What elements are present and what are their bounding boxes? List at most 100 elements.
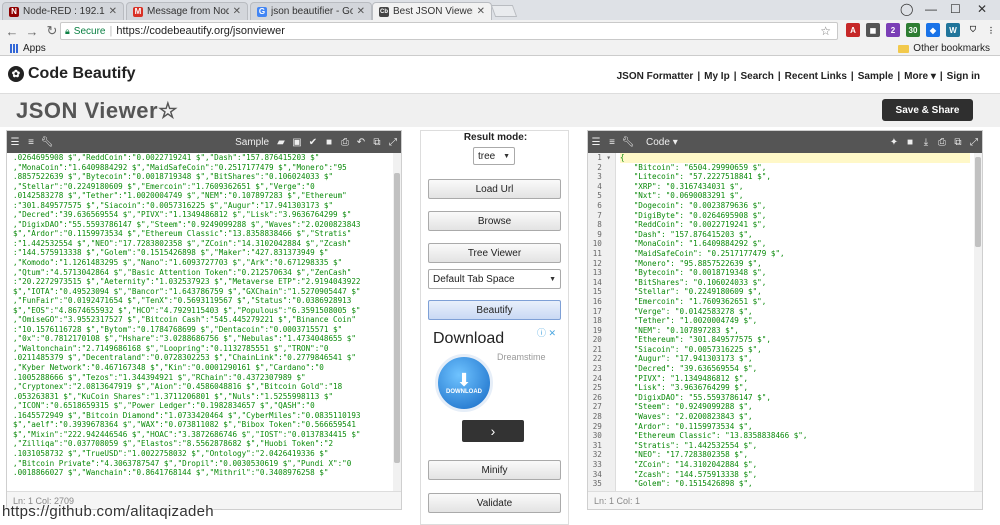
nav-search[interactable]: Search	[741, 71, 774, 82]
nav-separator: |	[850, 71, 854, 82]
nav-sign-in[interactable]: Sign in	[947, 71, 980, 82]
load-url-button[interactable]: Load Url	[428, 179, 561, 199]
scroll-thumb[interactable]	[394, 173, 400, 463]
json-value: "157.876415203 $",	[670, 229, 753, 239]
indent-icon[interactable]: ☰	[588, 137, 604, 148]
nav-json-formatter[interactable]: JSON Formatter	[617, 71, 694, 82]
close-icon[interactable]: ✕	[357, 6, 365, 17]
tab-space-select[interactable]: Default Tab Space ▼	[428, 269, 561, 289]
json-line: "MonaCoin": "1.6409884292 $",	[620, 239, 970, 249]
minimize-icon[interactable]: —	[925, 2, 937, 16]
result-mode-select[interactable]: tree ▼	[473, 147, 515, 165]
menu-dots-icon[interactable]: ⋮	[984, 23, 998, 37]
check-icon[interactable]: ✔	[305, 137, 321, 148]
json-line: "Waves": "2.0200823843 $",	[620, 412, 970, 422]
nav-my-ip[interactable]: My Ip	[704, 71, 730, 82]
copy-icon[interactable]: ⧉	[369, 137, 385, 148]
forward-icon[interactable]: →	[24, 24, 40, 39]
fullscreen-icon[interactable]: ⤢	[385, 137, 401, 148]
save-icon[interactable]: ▣	[289, 137, 305, 148]
outdent-icon[interactable]: ≡	[604, 137, 620, 148]
input-json-textarea[interactable]: .0264695908 $","ReddCoin":"0.0022719241 …	[13, 153, 398, 493]
close-icon[interactable]: ✕	[233, 6, 241, 17]
delete-icon[interactable]: ■	[321, 137, 337, 148]
indent-icon[interactable]: ☰	[7, 137, 23, 148]
json-value: "17.7283802358 $",	[665, 450, 749, 460]
browser-tab-google[interactable]: G json beautifier - Google S ✕	[250, 2, 372, 20]
minify-button[interactable]: Minify	[428, 460, 561, 480]
browser-tab-node-red[interactable]: N Node-RED : 192.168.1.2 ✕	[2, 2, 124, 20]
validate-button[interactable]: Validate	[428, 493, 561, 513]
node-red-icon: N	[9, 6, 19, 17]
outdent-icon[interactable]: ≡	[23, 137, 39, 148]
calendar-extension-icon[interactable]: 30	[906, 23, 920, 37]
back-icon[interactable]: ←	[4, 24, 20, 39]
other-bookmarks[interactable]: Other bookmarks	[898, 43, 990, 54]
json-line: "Ethereum": "301.849577575 $",	[620, 335, 970, 345]
nav-more[interactable]: More ▾	[904, 71, 936, 82]
pin-icon[interactable]: ✦	[886, 137, 902, 148]
json-line: "Augur": "17.941303173 $",	[620, 354, 970, 364]
copy-icon[interactable]: ⧉	[950, 137, 966, 148]
ad-choices-icon[interactable]: ⓘ ✕	[537, 326, 556, 339]
json-key: "Dash":	[633, 229, 671, 239]
close-icon[interactable]: ✕	[109, 6, 117, 17]
extension-icon[interactable]: ◼	[866, 23, 880, 37]
nav-separator: |	[733, 71, 737, 82]
tree-viewer-button[interactable]: Tree Viewer	[428, 243, 561, 263]
logo-text: Code Beautify	[28, 65, 136, 82]
json-line: "Lisk": "3.9636764299 $",	[620, 383, 970, 393]
extension-badge-icon[interactable]: 2	[886, 23, 900, 37]
beautify-button[interactable]: Beautify	[428, 300, 561, 320]
new-tab-button[interactable]	[490, 5, 518, 17]
json-key: "Litecoin":	[633, 172, 689, 182]
browse-button[interactable]: Browse	[428, 211, 561, 231]
page-title: JSON Viewer☆	[16, 98, 179, 123]
code-mode-select[interactable]: Code ▾	[646, 137, 678, 148]
fullscreen-icon[interactable]: ⤢	[966, 137, 982, 148]
output-json-view[interactable]: { "Bitcoin": "6504.29990659 $", "Litecoi…	[620, 153, 970, 493]
browser-tab-codebeautify[interactable]: Cb Best JSON Viewer and JS ✕	[372, 2, 492, 20]
wordpress-extension-icon[interactable]: W	[946, 23, 960, 37]
shield-extension-icon[interactable]: ⛉	[966, 23, 980, 37]
folder-open-icon[interactable]: ▰	[273, 137, 289, 148]
json-key: "Decred":	[633, 364, 680, 374]
reload-icon[interactable]: ↻	[44, 23, 60, 39]
page-title-bar: JSON Viewer☆ Save & Share	[0, 93, 1000, 127]
delete-icon[interactable]: ■	[902, 137, 918, 148]
extension-icon[interactable]: ◆	[926, 23, 940, 37]
ad-go-button[interactable]: ›	[462, 420, 524, 442]
wrench-icon[interactable]: 🔧︎	[620, 137, 636, 148]
json-line: "Siacoin": "0.0057316225 $",	[620, 345, 970, 355]
input-scrollbar[interactable]	[393, 153, 401, 491]
nav-recent-links[interactable]: Recent Links	[785, 71, 847, 82]
site-logo[interactable]: ✿ Code Beautify	[8, 65, 136, 83]
nav-sample[interactable]: Sample	[858, 71, 894, 82]
adobe-extension-icon[interactable]: A	[846, 23, 860, 37]
close-window-icon[interactable]: ✕	[977, 2, 987, 16]
save-share-button[interactable]: Save & Share	[882, 99, 973, 121]
scroll-thumb[interactable]	[975, 157, 981, 247]
output-scrollbar[interactable]	[974, 153, 982, 491]
wrench-icon[interactable]: 🔧︎	[39, 137, 55, 148]
browser-tab-message[interactable]: M Message from Node-RED ✕	[126, 2, 248, 20]
close-icon[interactable]: ✕	[477, 6, 485, 17]
json-line: "Bytecoin": "0.0018719348 $",	[620, 268, 970, 278]
url-input[interactable]: 🔒︎ Secure | https://codebeautify.org/jso…	[60, 22, 838, 40]
print-icon[interactable]: ⎙	[337, 137, 353, 148]
bookmark-star-icon[interactable]: ☆	[820, 24, 831, 38]
undo-icon[interactable]: ↶	[353, 137, 369, 148]
secure-label: Secure	[73, 25, 106, 37]
json-line: "Ardor": "0.1159973534 $",	[620, 422, 970, 432]
json-value: "0.0018719348 $",	[688, 268, 767, 278]
maximize-icon[interactable]: ☐	[950, 2, 961, 16]
json-value: "1.7609362651 $",	[688, 296, 767, 306]
apps-bookmark[interactable]: Apps	[10, 43, 46, 54]
profile-icon[interactable]: ◯	[900, 2, 913, 16]
logo-icon: ✿	[8, 66, 24, 82]
advertisement[interactable]: Download ⓘ ✕ Dreamstime ⬇ DOWNLOAD ›	[429, 324, 556, 444]
download-icon[interactable]: ⤓	[918, 137, 934, 148]
print-icon[interactable]: ⎙	[934, 137, 950, 148]
sample-link[interactable]: Sample	[235, 137, 269, 148]
input-editor-toolbar: ☰ ≡ 🔧︎ Sample ▰ ▣ ✔ ■ ⎙ ↶ ⧉ ⤢	[7, 131, 401, 153]
